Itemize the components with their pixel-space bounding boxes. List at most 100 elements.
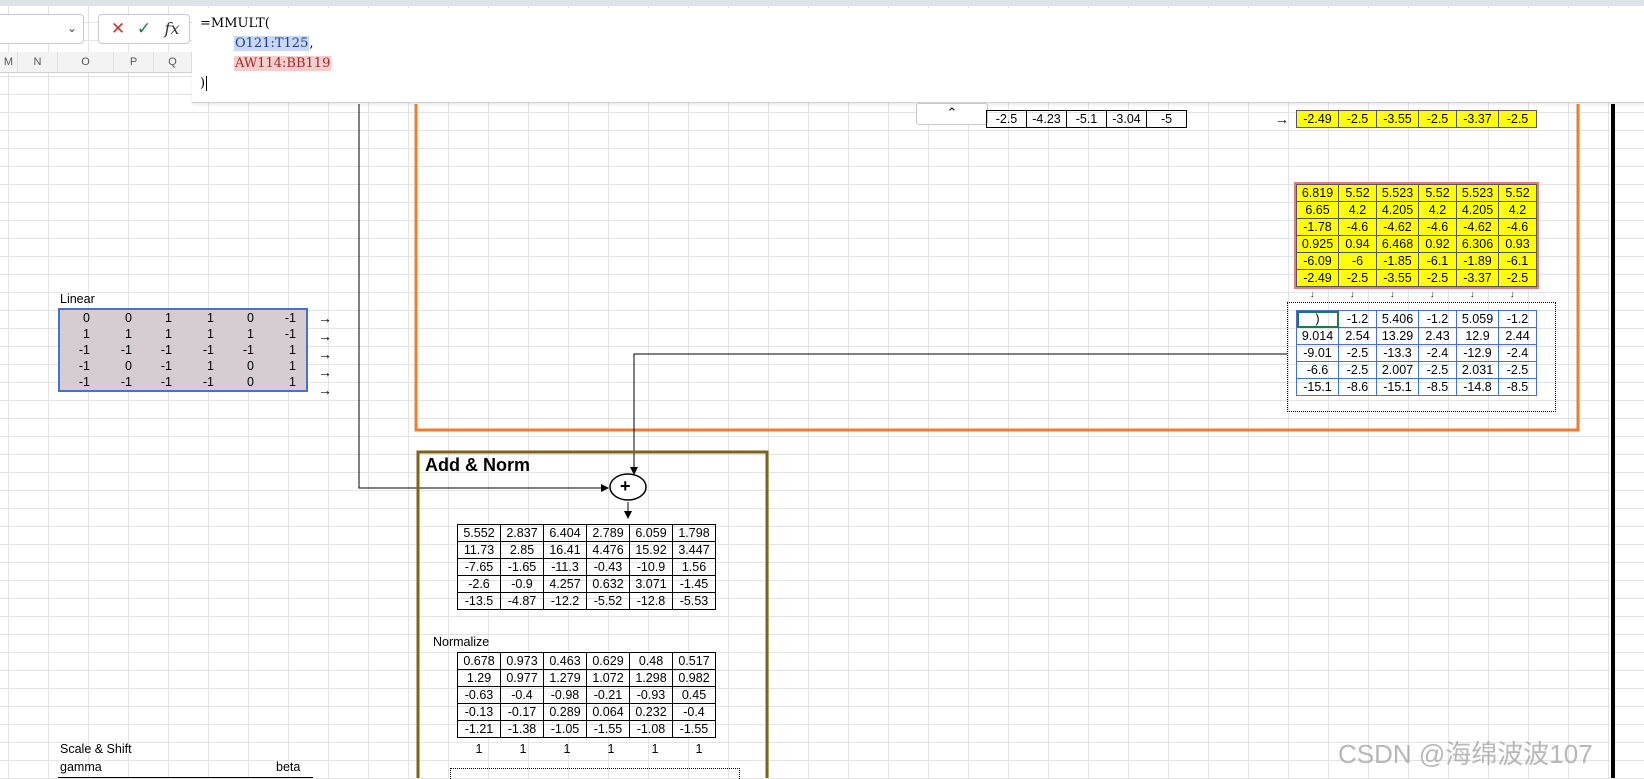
table-cell[interactable]: 2.789: [586, 524, 630, 542]
table-cell[interactable]: -9.01: [1296, 344, 1339, 362]
ones-cell[interactable]: 1: [545, 742, 589, 756]
table-cell[interactable]: -2.5: [1498, 361, 1537, 379]
table-cell[interactable]: 0.982: [672, 669, 716, 687]
table-cell[interactable]: -4.6: [1338, 218, 1377, 236]
table-cell[interactable]: 2.54: [1338, 327, 1377, 345]
table-cell[interactable]: -13.5: [457, 592, 501, 610]
table-cell[interactable]: 0: [100, 310, 142, 326]
table-cell[interactable]: 1: [182, 358, 224, 374]
table-cell[interactable]: -6.1: [1418, 252, 1457, 270]
table-cell[interactable]: 1: [264, 358, 306, 374]
table-cell[interactable]: 0.517: [672, 652, 716, 670]
table-cell[interactable]: -4.6: [1418, 218, 1457, 236]
table-cell[interactable]: -12.8: [629, 592, 673, 610]
table-cell[interactable]: 1: [264, 342, 306, 358]
table-cell[interactable]: ): [1296, 310, 1339, 328]
table-cell[interactable]: 6.059: [629, 524, 673, 542]
table-cell[interactable]: -2.49: [1296, 110, 1339, 128]
table-cell[interactable]: -1.2: [1338, 310, 1377, 328]
table-cell[interactable]: -8.5: [1418, 378, 1457, 396]
table-cell[interactable]: -3.37: [1456, 269, 1499, 287]
table-cell[interactable]: 1: [264, 374, 306, 390]
table-cell[interactable]: 6.65: [1296, 201, 1339, 219]
table-cell[interactable]: 2.85: [500, 541, 544, 559]
table-cell[interactable]: -3.55: [1376, 269, 1419, 287]
table-cell[interactable]: -1.08: [629, 720, 673, 738]
table-cell[interactable]: -4.23: [1026, 110, 1067, 128]
ones-cell[interactable]: 1: [501, 742, 545, 756]
table-cell[interactable]: 1: [100, 326, 142, 342]
table-cell[interactable]: -1: [142, 374, 182, 390]
table-cell[interactable]: 0.632: [586, 575, 630, 593]
table-cell[interactable]: 6.404: [543, 524, 587, 542]
table-cell[interactable]: 1: [224, 326, 264, 342]
table-cell[interactable]: 1.29: [457, 669, 501, 687]
table-cell[interactable]: 5.406: [1376, 310, 1419, 328]
table-cell[interactable]: -2.5: [986, 110, 1027, 128]
table-cell[interactable]: 4.476: [586, 541, 630, 559]
ones-cell[interactable]: 1: [589, 742, 633, 756]
table-cell[interactable]: 4.257: [543, 575, 587, 593]
table-cell[interactable]: 0.289: [543, 703, 587, 721]
table-cell[interactable]: 1.798: [672, 524, 716, 542]
chevron-up-icon[interactable]: ⌃: [916, 103, 988, 125]
table-cell[interactable]: 0.925: [1296, 235, 1339, 253]
table-cell[interactable]: 0: [100, 358, 142, 374]
table-cell[interactable]: 0.064: [586, 703, 630, 721]
table-cell[interactable]: 3.447: [672, 541, 716, 559]
table-cell[interactable]: -0.21: [586, 686, 630, 704]
table-cell[interactable]: -4.6: [1498, 218, 1537, 236]
table-cell[interactable]: -1.21: [457, 720, 501, 738]
table-cell[interactable]: 5.059: [1456, 310, 1499, 328]
table-cell[interactable]: 5.52: [1418, 184, 1457, 202]
table-cell[interactable]: 0.977: [500, 669, 544, 687]
ones-cell[interactable]: 1: [457, 742, 501, 756]
table-cell[interactable]: -8.5: [1498, 378, 1537, 396]
table-cell[interactable]: 2.007: [1376, 361, 1419, 379]
table-cell[interactable]: -8.6: [1338, 378, 1377, 396]
table-cell[interactable]: 1.298: [629, 669, 673, 687]
table-cell[interactable]: -0.93: [629, 686, 673, 704]
table-cell[interactable]: -15.1: [1296, 378, 1339, 396]
table-cell[interactable]: -1.38: [500, 720, 544, 738]
table-cell[interactable]: -0.9: [500, 575, 544, 593]
table-cell[interactable]: 0.94: [1338, 235, 1377, 253]
table-cell[interactable]: -1: [60, 358, 100, 374]
table-cell[interactable]: -6.6: [1296, 361, 1339, 379]
table-cell[interactable]: 0: [60, 310, 100, 326]
table-cell[interactable]: -0.4: [500, 686, 544, 704]
table-cell[interactable]: -1.45: [672, 575, 716, 593]
table-cell[interactable]: 0.48: [629, 652, 673, 670]
table-cell[interactable]: 2.031: [1456, 361, 1499, 379]
table-cell[interactable]: -1.89: [1456, 252, 1499, 270]
ones-cell[interactable]: 1: [633, 742, 677, 756]
table-cell[interactable]: -14.8: [1456, 378, 1499, 396]
table-cell[interactable]: -6.1: [1498, 252, 1537, 270]
table-cell[interactable]: 1: [182, 310, 224, 326]
table-cell[interactable]: 6.819: [1296, 184, 1339, 202]
table-cell[interactable]: 13.29: [1376, 327, 1419, 345]
table-cell[interactable]: -2.5: [1338, 269, 1377, 287]
table-cell[interactable]: -0.63: [457, 686, 501, 704]
table-cell[interactable]: 15.92: [629, 541, 673, 559]
table-cell[interactable]: -2.5: [1338, 110, 1377, 128]
table-cell[interactable]: 0.45: [672, 686, 716, 704]
ones-cell[interactable]: 1: [677, 742, 721, 756]
table-cell[interactable]: 0: [224, 374, 264, 390]
table-cell[interactable]: -2.5: [1418, 269, 1457, 287]
table-cell[interactable]: -2.6: [457, 575, 501, 593]
table-cell[interactable]: 1: [142, 310, 182, 326]
table-cell[interactable]: -2.5: [1498, 269, 1537, 287]
table-cell[interactable]: -1.78: [1296, 218, 1339, 236]
table-cell[interactable]: -3.55: [1376, 110, 1419, 128]
table-cell[interactable]: -1: [224, 342, 264, 358]
table-cell[interactable]: -5: [1146, 110, 1187, 128]
table-cell[interactable]: 1: [142, 326, 182, 342]
table-cell[interactable]: -1.85: [1376, 252, 1419, 270]
table-cell[interactable]: -5.52: [586, 592, 630, 610]
table-cell[interactable]: 0.93: [1498, 235, 1537, 253]
table-cell[interactable]: -4.62: [1456, 218, 1499, 236]
table-cell[interactable]: -0.4: [672, 703, 716, 721]
table-cell[interactable]: -15.1: [1376, 378, 1419, 396]
table-cell[interactable]: -6.09: [1296, 252, 1339, 270]
